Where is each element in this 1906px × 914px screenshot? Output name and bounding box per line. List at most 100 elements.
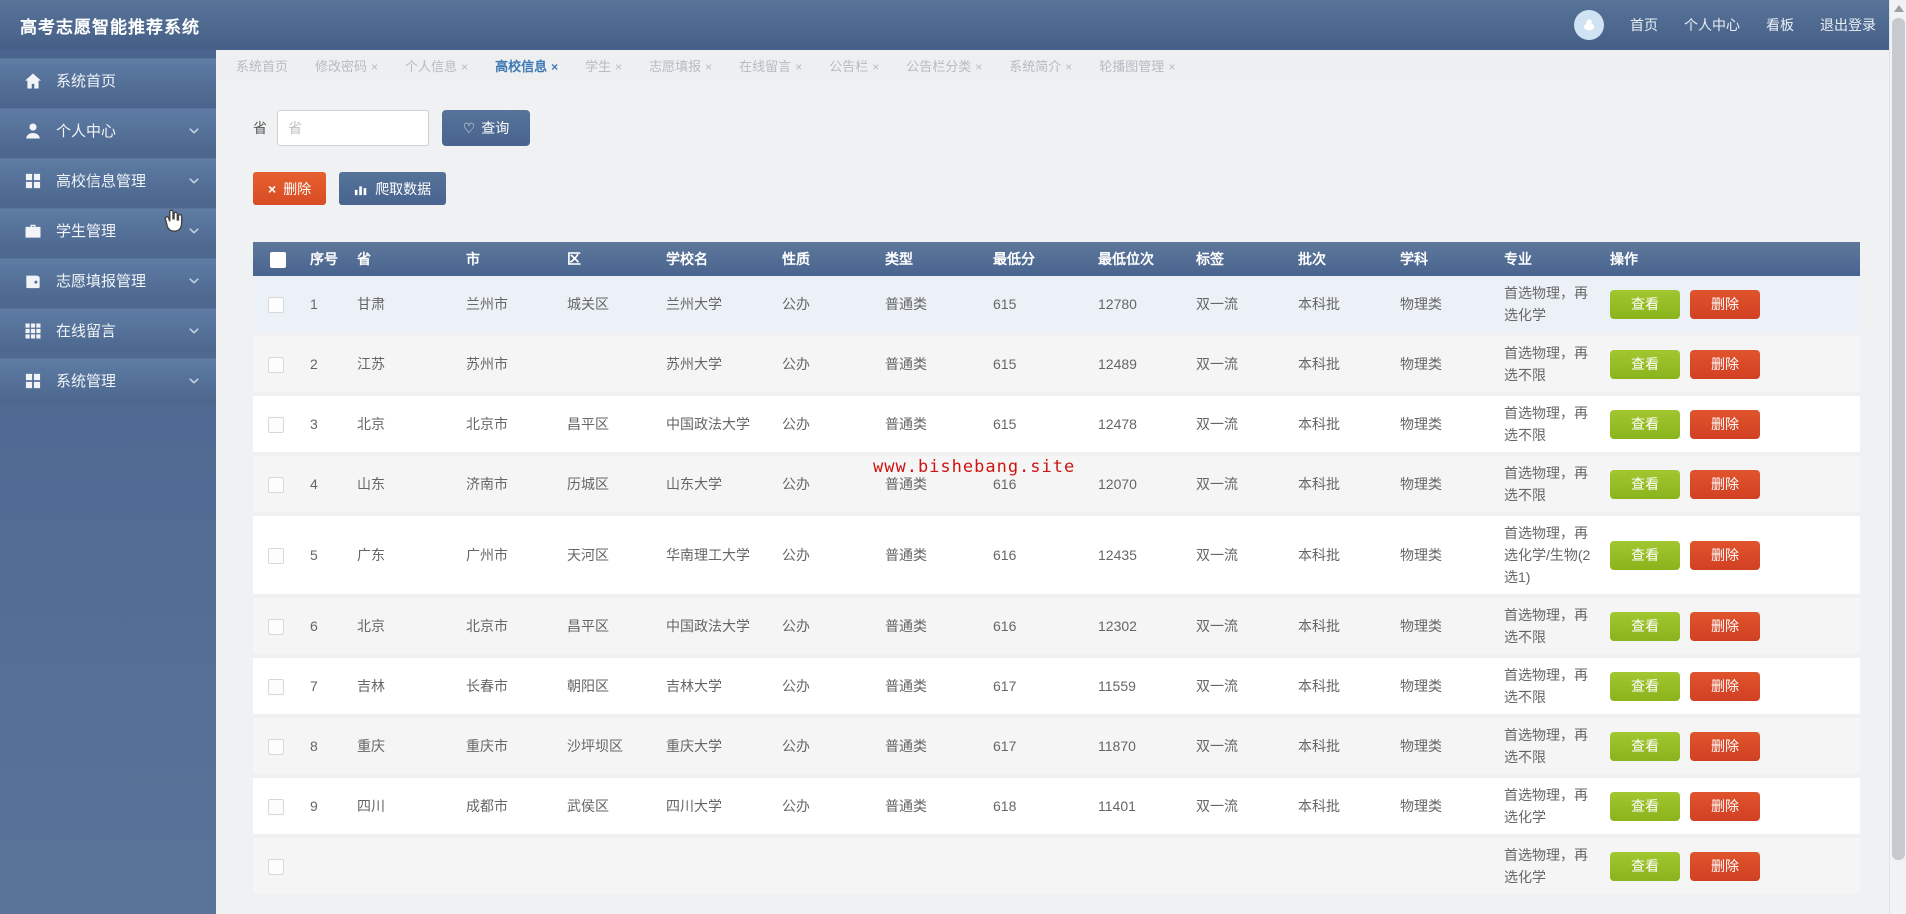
row-delete-button[interactable]: 删除 — [1690, 540, 1760, 570]
vertical-scrollbar[interactable] — [1889, 0, 1906, 914]
column-header: 省 — [349, 242, 458, 276]
row-checkbox[interactable] — [267, 297, 284, 314]
nav-logout[interactable]: 退出登录 — [1820, 15, 1876, 35]
view-button[interactable]: 查看 — [1610, 469, 1680, 499]
cell-type: 普通类 — [877, 716, 985, 778]
row-delete-button[interactable]: 删除 — [1690, 611, 1760, 641]
cell-seq — [302, 836, 349, 898]
sidebar-item-personal-center[interactable]: 个人中心 — [0, 108, 216, 153]
row-delete-button[interactable]: 删除 — [1690, 791, 1760, 821]
row-delete-button[interactable]: 删除 — [1690, 409, 1760, 439]
row-delete-button[interactable]: 删除 — [1690, 731, 1760, 761]
delete-button[interactable]: × 删除 — [253, 172, 327, 205]
page: 高考志愿智能推荐系统 首页 个人中心 看板 退出登录 系统首页 个人中心 高校信息管… — [0, 0, 1906, 914]
sidebar-item-volunteer-mgmt[interactable]: 志愿填报管理 — [0, 258, 216, 303]
cell-school — [658, 836, 774, 898]
scrollbar-thumb[interactable] — [1892, 18, 1905, 860]
scroll-up-arrow-icon[interactable] — [1894, 5, 1904, 12]
column-header: 性质 — [774, 242, 877, 276]
row-delete-button[interactable]: 删除 — [1690, 671, 1760, 701]
cell-subject: 物理类 — [1392, 776, 1496, 838]
table-row: 首选物理，再选化学 查看 删除 — [253, 836, 1860, 898]
tab-close-icon[interactable]: × — [615, 60, 622, 74]
province-input[interactable] — [277, 110, 429, 146]
cell-subject: 物理类 — [1392, 716, 1496, 778]
cell-seq: 3 — [302, 394, 349, 456]
view-button[interactable]: 查看 — [1610, 611, 1680, 641]
tab-label: 个人信息 — [405, 58, 458, 74]
row-checkbox[interactable] — [267, 619, 284, 636]
tab-student[interactable]: 学生 × — [585, 56, 622, 75]
tab-close-icon[interactable]: × — [1065, 60, 1072, 74]
nav-board[interactable]: 看板 — [1766, 15, 1794, 35]
query-button[interactable]: ♡ 查询 — [442, 110, 530, 146]
sidebar-item-system-mgmt[interactable]: 系统管理 — [0, 358, 216, 403]
row-delete-button[interactable]: 删除 — [1690, 349, 1760, 379]
tab-close-icon[interactable]: × — [872, 60, 879, 74]
tab-university-info[interactable]: 高校信息 × — [495, 56, 558, 75]
tab-close-icon[interactable]: × — [1168, 60, 1175, 74]
user-avatar[interactable] — [1574, 10, 1604, 40]
tab-close-icon[interactable]: × — [371, 60, 378, 74]
row-checkbox-cell — [253, 394, 302, 456]
tab-bulletin[interactable]: 公告栏 × — [829, 56, 879, 75]
row-checkbox[interactable] — [267, 417, 284, 434]
tab-close-icon[interactable]: × — [705, 60, 712, 74]
cell-city: 济南市 — [458, 454, 559, 516]
row-checkbox[interactable] — [267, 679, 284, 696]
view-button[interactable]: 查看 — [1610, 289, 1680, 319]
tab-online-message[interactable]: 在线留言 × — [739, 56, 802, 75]
header-checkbox-cell — [253, 242, 302, 276]
tab-change-password[interactable]: 修改密码 × — [315, 56, 378, 75]
chevron-down-icon[interactable] — [186, 223, 202, 239]
row-checkbox[interactable] — [267, 739, 284, 756]
chevron-down-icon[interactable] — [186, 323, 202, 339]
row-checkbox[interactable] — [267, 859, 284, 876]
crawl-data-button[interactable]: 爬取数据 — [339, 172, 447, 205]
tab-personal-info[interactable]: 个人信息 × — [405, 56, 468, 75]
view-button[interactable]: 查看 — [1610, 540, 1680, 570]
row-checkbox[interactable] — [267, 357, 284, 374]
cell-actions: 查看 删除 — [1602, 394, 1860, 456]
sidebar-item-online-message[interactable]: 在线留言 — [0, 308, 216, 353]
nav-home[interactable]: 首页 — [1630, 15, 1658, 35]
row-delete-button[interactable]: 删除 — [1690, 289, 1760, 319]
table-row: 9 四川 成都市 武侯区 四川大学 公办 普通类 618 11401 双一流 本科批 物理类 首选物理，… — [253, 776, 1860, 838]
tab-close-icon[interactable]: × — [551, 60, 558, 74]
view-button[interactable]: 查看 — [1610, 731, 1680, 761]
view-button[interactable]: 查看 — [1610, 851, 1680, 881]
tab-close-icon[interactable]: × — [795, 60, 802, 74]
view-button[interactable]: 查看 — [1610, 671, 1680, 701]
chevron-down-icon[interactable] — [186, 373, 202, 389]
tab-close-icon[interactable]: × — [461, 60, 468, 74]
nav-personal-center[interactable]: 个人中心 — [1684, 15, 1740, 35]
tab-close-icon[interactable]: × — [975, 60, 982, 74]
row-delete-button[interactable]: 删除 — [1690, 469, 1760, 499]
tab-system-home[interactable]: 系统首页 — [236, 56, 288, 75]
cell-min-score: 615 — [985, 276, 1090, 336]
cell-actions: 查看 删除 — [1602, 276, 1860, 336]
row-checkbox[interactable] — [267, 548, 284, 565]
row-delete-button[interactable]: 删除 — [1690, 851, 1760, 881]
view-button[interactable]: 查看 — [1610, 791, 1680, 821]
cell-min-score: 616 — [985, 596, 1090, 658]
sidebar-item-home[interactable]: 系统首页 — [0, 58, 216, 103]
tab-carousel-mgmt[interactable]: 轮播图管理 × — [1099, 56, 1175, 75]
sidebar-item-university-info[interactable]: 高校信息管理 — [0, 158, 216, 203]
cell-batch: 本科批 — [1290, 596, 1392, 658]
cell-tag: 双一流 — [1188, 454, 1290, 516]
cell-type: 普通类 — [877, 596, 985, 658]
view-button[interactable]: 查看 — [1610, 409, 1680, 439]
view-button[interactable]: 查看 — [1610, 349, 1680, 379]
chevron-down-icon[interactable] — [186, 273, 202, 289]
row-checkbox[interactable] — [267, 477, 284, 494]
tab-system-intro[interactable]: 系统简介 × — [1009, 56, 1072, 75]
select-all-checkbox[interactable] — [269, 251, 286, 268]
column-header: 序号 — [302, 242, 349, 276]
chevron-down-icon[interactable] — [186, 173, 202, 189]
chevron-down-icon[interactable] — [186, 123, 202, 139]
row-checkbox[interactable] — [267, 799, 284, 816]
cell-nature: 公办 — [774, 454, 877, 516]
tab-volunteer[interactable]: 志愿填报 × — [649, 56, 712, 75]
tab-bulletin-category[interactable]: 公告栏分类 × — [906, 56, 982, 75]
